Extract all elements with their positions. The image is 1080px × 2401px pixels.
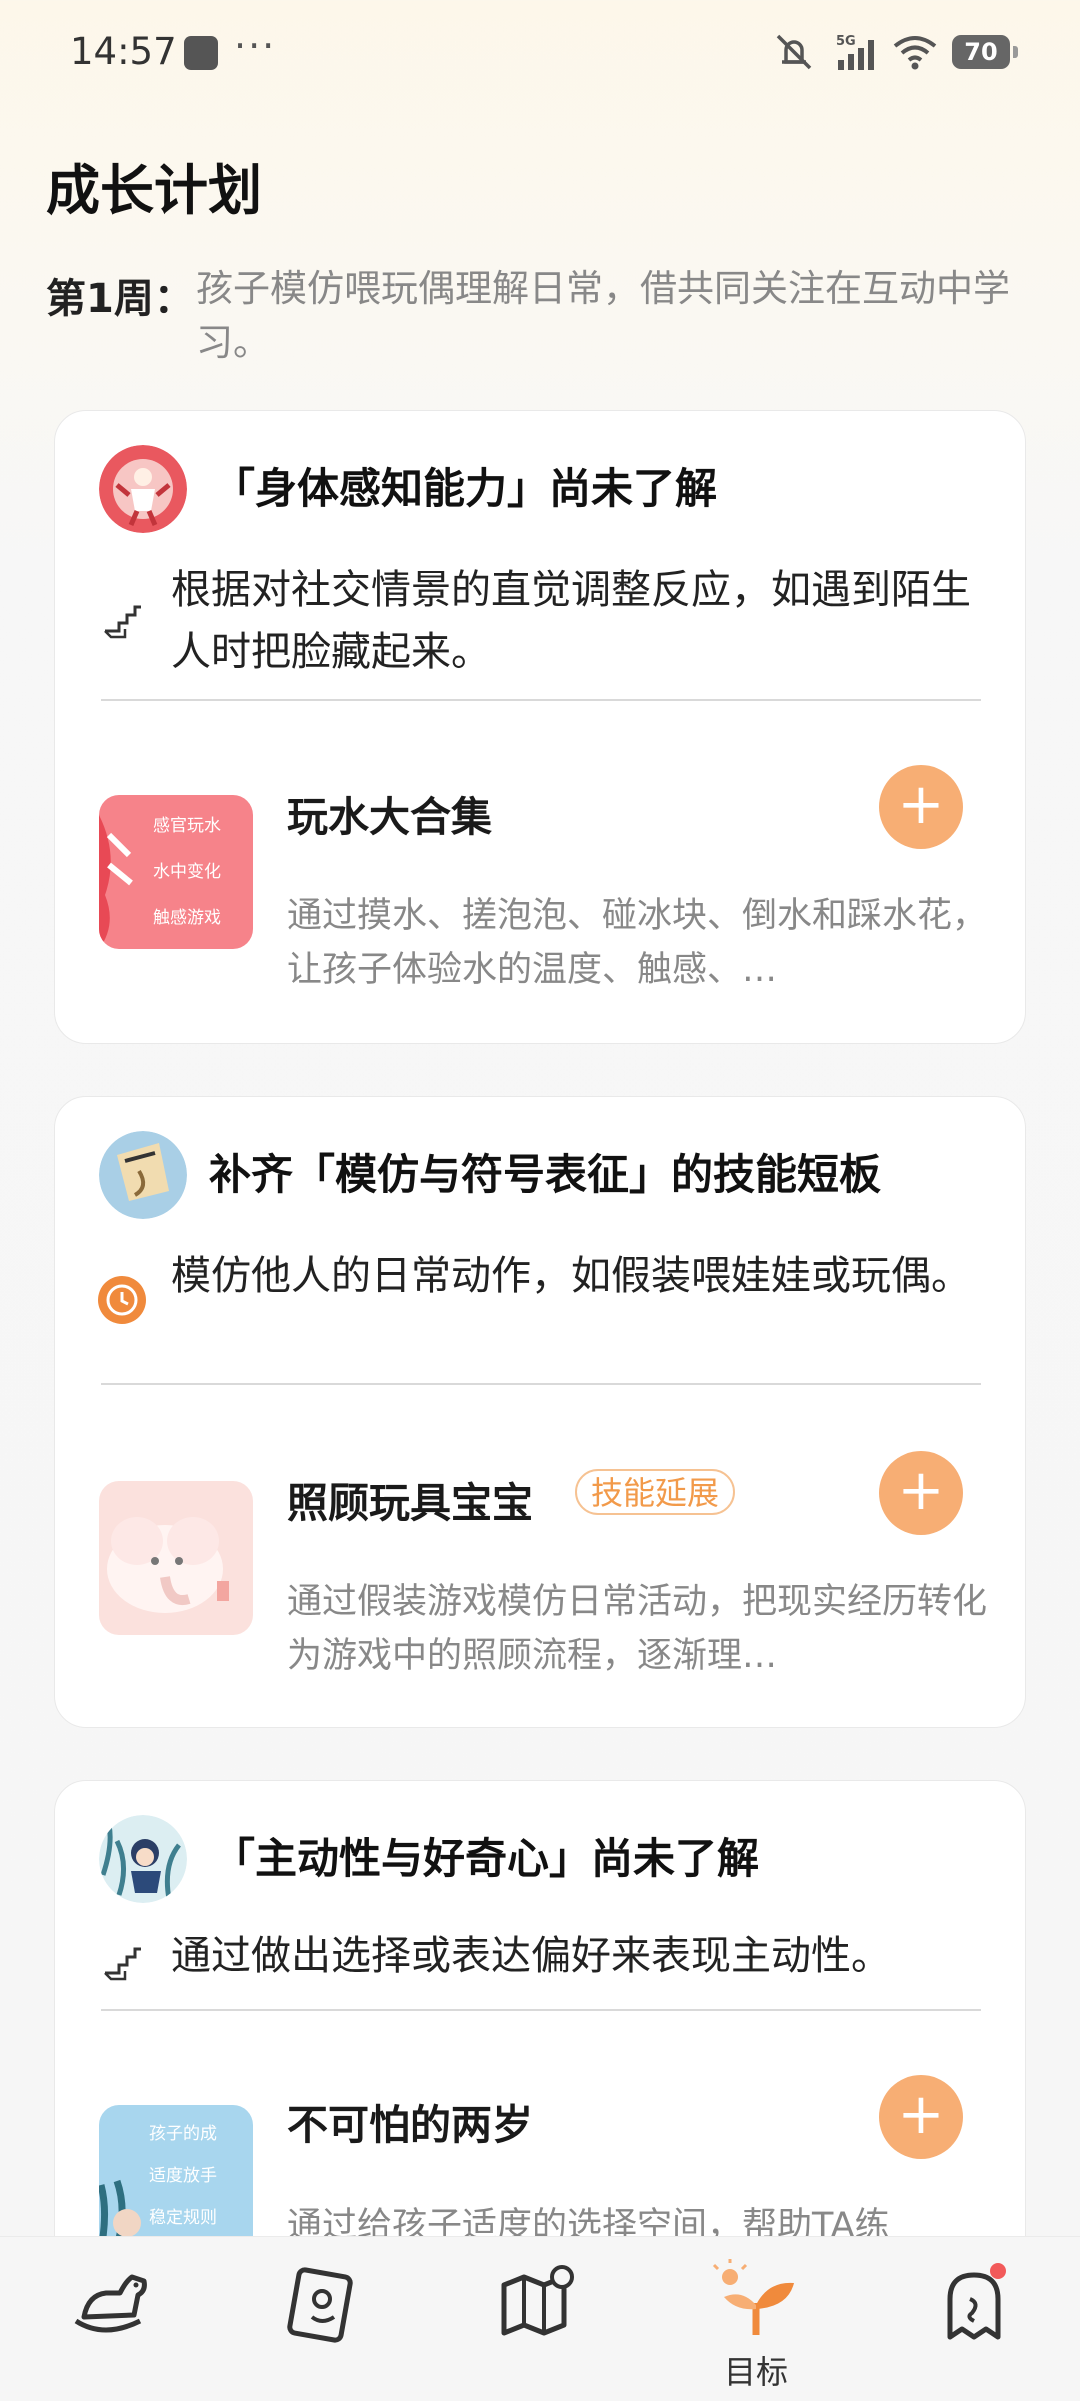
add-button[interactable]: +	[879, 765, 963, 849]
divider	[101, 1383, 981, 1385]
notebook-icon	[287, 2267, 353, 2343]
activity-title[interactable]: 不可怕的两岁	[287, 2091, 533, 2151]
bottom-navigation: 目标	[0, 2236, 1080, 2401]
activity-description: 通过假装游戏模仿日常活动，把现实经历转化为游戏中的照顾流程，逐渐理…	[287, 1582, 988, 1676]
week-description: 孩子模仿喂玩偶理解日常，借共同关注在互动中学习。	[196, 267, 1010, 364]
notification-icon	[184, 36, 218, 70]
page-title: 成长计划	[46, 159, 262, 222]
thumb-text: 水中变化	[153, 862, 221, 882]
thumb-text: 稳定规则	[149, 2208, 217, 2228]
signal-icon: 5G	[836, 34, 874, 70]
more-notifications-icon: ···	[234, 24, 277, 68]
network-type: 5G	[836, 34, 856, 49]
activity-title[interactable]: 照顾玩具宝宝	[287, 1469, 533, 1529]
nav-label: 目标	[723, 2353, 788, 2391]
mute-vibrate-icon	[776, 34, 812, 70]
ghost-icon	[947, 2272, 1001, 2340]
activity-title[interactable]: 玩水大合集	[287, 783, 492, 843]
skill-extension-tag: 技能延展	[575, 1469, 736, 1515]
clock-icon	[97, 1275, 147, 1325]
goal-text: 模仿他人的日常动作，如假装喂娃娃或玩偶。	[171, 1253, 971, 1299]
sprout-icon	[712, 2259, 794, 2335]
thumb-text: 触感游戏	[153, 908, 221, 928]
nav-item-map[interactable]	[480, 2259, 600, 2389]
thumb-text: 适度放手	[149, 2166, 217, 2186]
stairs-icon	[97, 589, 147, 639]
battery-icon: 70	[952, 35, 1018, 69]
card-title: 「身体感知能力」尚未了解	[213, 464, 718, 513]
card-avatar	[99, 1815, 187, 1903]
nav-item-home[interactable]	[48, 2259, 168, 2389]
activity-thumbnail[interactable]: 感官玩水 水中变化 触感游戏	[99, 795, 253, 949]
nav-item-journal[interactable]	[262, 2259, 382, 2389]
thumb-text: 感官玩水	[153, 816, 221, 836]
status-bar: 14:57 ··· 5G 70	[0, 0, 1080, 104]
rocking-horse-icon	[74, 2274, 147, 2333]
card-avatar	[99, 1131, 187, 1219]
activity-description: 通过摸水、搓泡泡、碰冰块、倒水和踩水花，让孩子体验水的温度、触感、…	[287, 896, 988, 990]
nav-item-goals[interactable]: 目标	[696, 2259, 816, 2391]
divider	[101, 699, 981, 701]
divider	[101, 2009, 981, 2011]
card-title: 补齐「模仿与符号表征」的技能短板	[209, 1150, 882, 1199]
stairs-icon	[97, 1931, 147, 1981]
plan-card-body-awareness[interactable]: 「身体感知能力」尚未了解 根据对社交情景的直觉调整反应，如遇到陌生人时把脸藏起来…	[54, 410, 1026, 1044]
goal-text: 通过做出选择或表达偏好来表现主动性。	[171, 1933, 891, 1979]
add-button[interactable]: +	[879, 1451, 963, 1535]
thumb-text: 孩子的成	[149, 2124, 217, 2144]
map-icon	[501, 2265, 574, 2336]
add-button[interactable]: +	[879, 2075, 963, 2159]
week-label: 第1周：	[46, 276, 194, 322]
plan-card-imitation[interactable]: 补齐「模仿与符号表征」的技能短板 模仿他人的日常动作，如假装喂娃娃或玩偶。 照顾…	[54, 1096, 1026, 1728]
notification-dot	[990, 2263, 1006, 2279]
status-time: 14:57	[70, 30, 177, 73]
wifi-icon	[893, 36, 937, 70]
card-avatar	[99, 445, 187, 533]
goal-text: 根据对社交情景的直觉调整反应，如遇到陌生人时把脸藏起来。	[171, 567, 971, 675]
status-icons: 5G 70	[772, 28, 1018, 76]
activity-thumbnail[interactable]	[99, 1481, 253, 1635]
nav-item-profile[interactable]	[914, 2259, 1034, 2389]
card-title: 「主动性与好奇心」尚未了解	[213, 1834, 760, 1883]
